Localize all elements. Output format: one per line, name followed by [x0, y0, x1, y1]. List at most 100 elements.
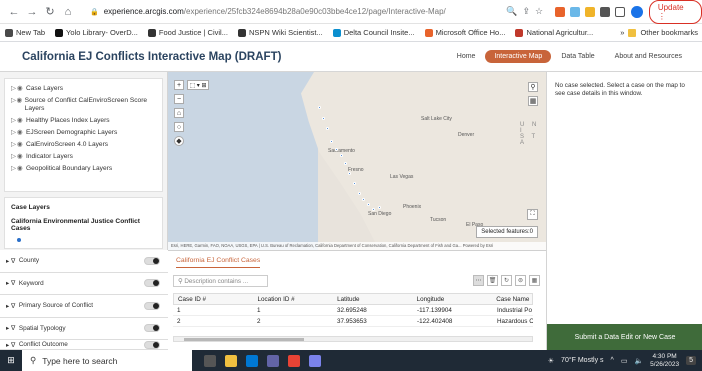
- case-point[interactable]: [318, 106, 321, 109]
- visibility-icon[interactable]: ◉: [17, 153, 26, 161]
- bookmark-item[interactable]: Food Justice | Civil...: [143, 28, 233, 37]
- visibility-icon[interactable]: ◉: [17, 141, 26, 149]
- sidepanel-icon[interactable]: [615, 6, 626, 17]
- case-point[interactable]: [344, 162, 347, 165]
- layer-item[interactable]: ▷ ◉ CalEnviroScreen 4.0 Layers: [5, 139, 162, 151]
- zoom-in-button[interactable]: +: [174, 80, 184, 90]
- weather-icon[interactable]: ☀: [548, 357, 554, 365]
- star-icon[interactable]: ☆: [535, 6, 543, 17]
- filter-row[interactable]: ▸ ∇ Primary Source of Conflict: [0, 295, 168, 318]
- column-header[interactable]: Case ID #: [174, 296, 254, 303]
- locate-button[interactable]: ○: [174, 122, 184, 132]
- table-tab[interactable]: California EJ Conflict Cases: [176, 257, 261, 268]
- search-icon[interactable]: ⚲: [528, 82, 538, 92]
- bookmark-item[interactable]: National Agricultur...: [510, 28, 598, 37]
- case-point[interactable]: [340, 154, 343, 157]
- layer-item[interactable]: ▷ ◉ Healthy Places Index Layers: [5, 115, 162, 127]
- options-icon[interactable]: ⋯: [473, 275, 484, 286]
- chrome-icon[interactable]: [288, 354, 300, 367]
- case-point[interactable]: [378, 206, 381, 209]
- tray-chevron-icon[interactable]: ^: [611, 357, 614, 364]
- layer-item[interactable]: ▷ ◉ Case Layers: [5, 83, 162, 95]
- taskbar-search[interactable]: ⚲ Type here to search: [22, 350, 192, 371]
- teams-icon[interactable]: [267, 354, 279, 367]
- search-input[interactable]: ⚲ Description contains ...: [173, 275, 268, 287]
- layer-item[interactable]: ▷ ◉ Source of Conflict CalEnviroScreen Sco…: [5, 95, 162, 115]
- filter-row[interactable]: ▸ ∇ County: [0, 250, 168, 273]
- filter-row[interactable]: ▸ ∇ Conflict Outcome: [0, 340, 168, 350]
- file-explorer-icon[interactable]: [225, 354, 237, 367]
- notification-badge[interactable]: 5: [686, 356, 696, 365]
- nav-interactive-map[interactable]: Interactive Map: [485, 50, 552, 63]
- selected-features[interactable]: Selected features:0: [476, 226, 538, 238]
- home-extent-button[interactable]: ⌂: [174, 108, 184, 118]
- bookmark-item[interactable]: Delta Council Insite...: [328, 28, 420, 37]
- weather-text[interactable]: 70°F Mostly s: [561, 357, 603, 364]
- horizontal-scrollbar[interactable]: [173, 336, 533, 342]
- case-point[interactable]: [330, 140, 333, 143]
- filter-toggle[interactable]: [144, 256, 160, 265]
- filter-toggle[interactable]: [144, 279, 160, 288]
- refresh-icon[interactable]: ↻: [501, 275, 512, 286]
- more-bookmarks-button[interactable]: »: [620, 28, 624, 37]
- column-header[interactable]: Longitude: [413, 296, 493, 303]
- clock[interactable]: 4:30 PM 5/26/2023: [650, 353, 679, 369]
- layer-item[interactable]: ▷ ◉ Indicator Layers: [5, 151, 162, 163]
- filter-toggle[interactable]: [144, 340, 160, 349]
- bookmark-item[interactable]: Yolo Library- OverD...: [50, 28, 143, 37]
- visibility-icon[interactable]: ◉: [16, 97, 24, 105]
- case-point[interactable]: [326, 127, 329, 130]
- case-point[interactable]: [322, 117, 325, 120]
- extension-icon[interactable]: [585, 6, 596, 17]
- filter-icon[interactable]: ⊜: [515, 275, 526, 286]
- back-icon[interactable]: ←: [6, 4, 22, 20]
- nav-data-table[interactable]: Data Table: [551, 50, 604, 63]
- case-point[interactable]: [372, 208, 375, 211]
- case-point[interactable]: [353, 182, 356, 185]
- other-bookmarks[interactable]: Other bookmarks: [640, 28, 698, 37]
- volume-icon[interactable]: 🔈: [634, 357, 643, 365]
- share-icon[interactable]: ⇪: [522, 6, 530, 17]
- filter-row[interactable]: ▸ ∇ Spatial Typology: [0, 317, 168, 340]
- map-view[interactable]: + ⬚ ▾ ⊞ − ⌂ ○ ◆ ⚲ ▦ Sacramento Fresno Las…: [168, 72, 546, 250]
- zoom-icon[interactable]: 🔍: [506, 6, 517, 17]
- windows-start-icon[interactable]: ⊞: [0, 355, 22, 366]
- case-point[interactable]: [367, 203, 370, 206]
- bookmark-item[interactable]: Microsoft Office Ho...: [420, 28, 511, 37]
- layer-item[interactable]: ▷ ◉ Geopolitical Boundary Layers: [5, 163, 162, 175]
- nav-home[interactable]: Home: [447, 50, 486, 63]
- scrollbar-thumb[interactable]: [184, 338, 304, 341]
- puzzle-icon[interactable]: [600, 6, 611, 17]
- select-tool-button[interactable]: ⬚ ▾ ⊞: [187, 80, 209, 90]
- filter-toggle[interactable]: [144, 301, 160, 310]
- compass-icon[interactable]: ◆: [174, 136, 184, 146]
- nav-about[interactable]: About and Resources: [605, 50, 692, 63]
- layer-item[interactable]: ▷ ◉ EJScreen Demographic Layers: [5, 127, 162, 139]
- outlook-icon[interactable]: [246, 354, 258, 367]
- forward-icon[interactable]: →: [24, 4, 40, 20]
- submit-case-button[interactable]: Submit a Data Edit or New Case: [547, 324, 702, 350]
- columns-icon[interactable]: ▦: [529, 275, 540, 286]
- case-point[interactable]: [358, 192, 361, 195]
- home-icon[interactable]: ⌂: [60, 4, 76, 20]
- profile-avatar[interactable]: [631, 5, 643, 18]
- bookmark-item[interactable]: New Tab: [0, 28, 50, 37]
- basemap-icon[interactable]: ▦: [528, 96, 538, 106]
- update-button[interactable]: Update ⋮: [648, 0, 702, 24]
- case-point[interactable]: [348, 172, 351, 175]
- task-view-icon[interactable]: [204, 354, 216, 367]
- address-bar[interactable]: 🔒 experience.arcgis.com /experience/25fc…: [90, 7, 498, 16]
- visibility-icon[interactable]: ◉: [17, 165, 26, 173]
- visibility-icon[interactable]: ◉: [17, 129, 26, 137]
- visibility-icon[interactable]: ◉: [17, 117, 26, 125]
- column-header[interactable]: Latitude: [333, 296, 413, 303]
- bookmark-item[interactable]: NSPN Wiki Scientist...: [233, 28, 328, 37]
- app-icon[interactable]: [309, 354, 321, 367]
- case-point[interactable]: [335, 148, 338, 151]
- expand-icon[interactable]: ⛶: [527, 209, 538, 220]
- column-header[interactable]: Location ID #: [254, 296, 334, 303]
- table-row[interactable]: 2 2 37.953653 -122.402408 Hazardous C: [173, 316, 533, 327]
- table-row[interactable]: 1 1 32.695248 -117.139904 Industrial Po: [173, 305, 533, 316]
- reload-icon[interactable]: ↻: [42, 4, 58, 20]
- column-header[interactable]: Case Name: [492, 296, 532, 303]
